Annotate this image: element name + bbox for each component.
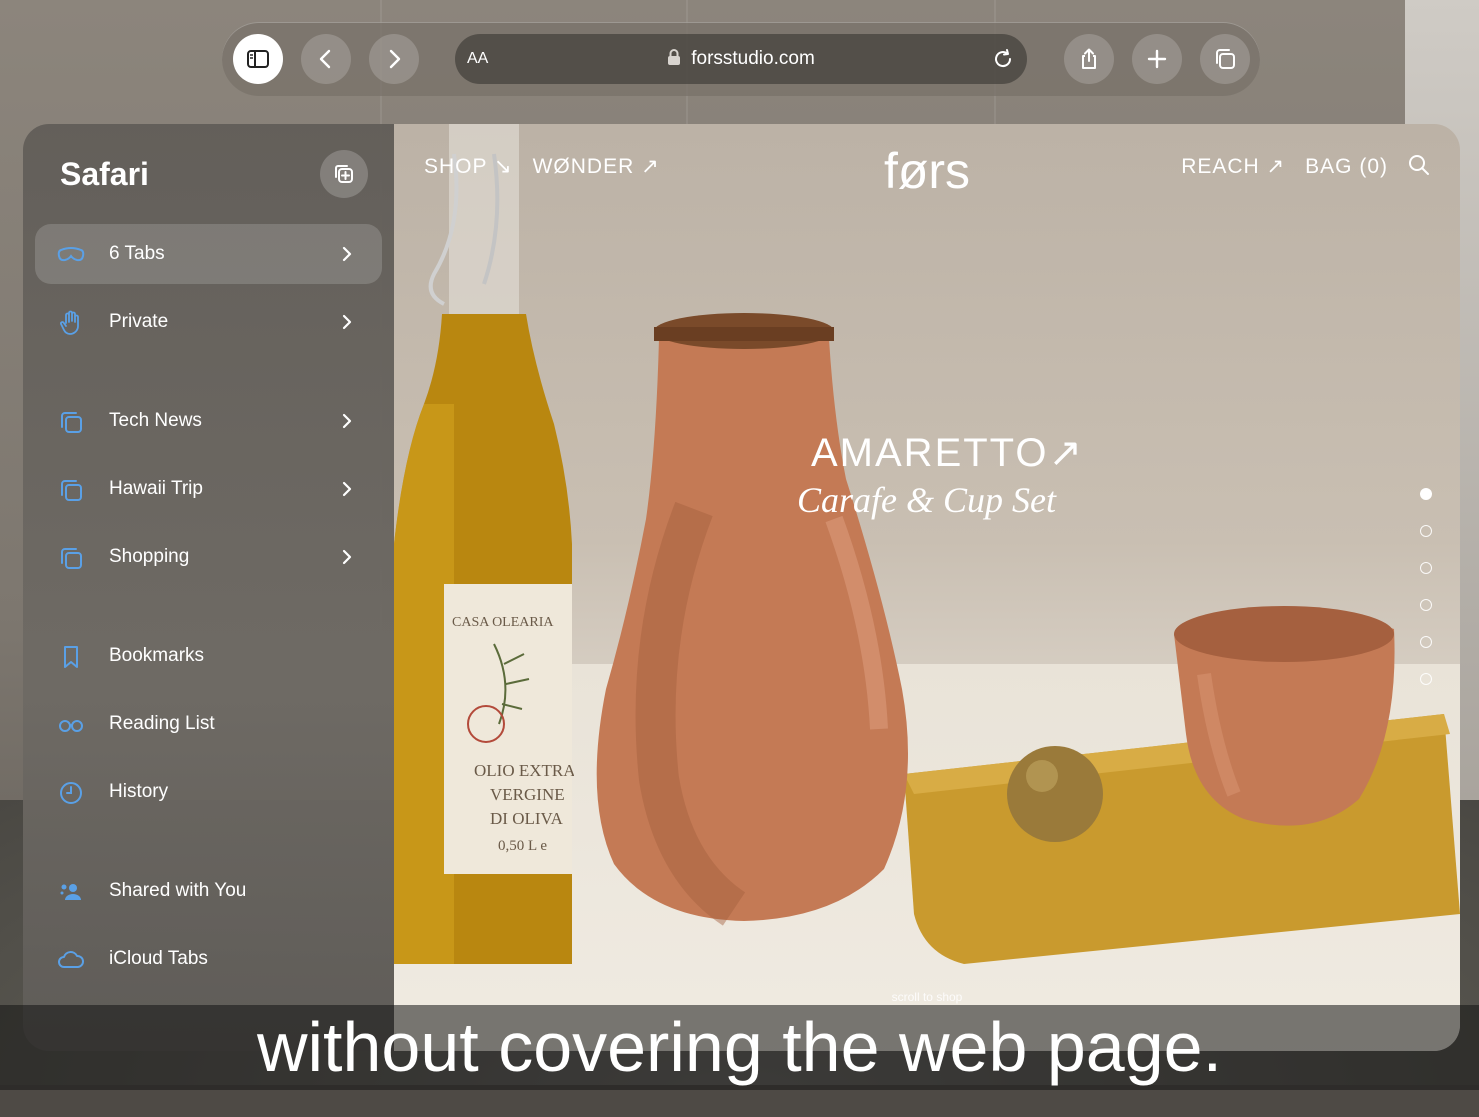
sidebar-item-label: Private xyxy=(109,311,169,332)
slide-indicator xyxy=(1420,488,1434,710)
sidebar-item-label: Tech News xyxy=(109,410,202,431)
hero-subtitle: Carafe & Cup Set xyxy=(797,480,1056,520)
safari-window: Safari 6 Tabs Private Tech News Hawaii T… xyxy=(23,124,1460,1051)
sidebar-item-label: Bookmarks xyxy=(109,645,205,666)
slide-dot[interactable] xyxy=(1420,673,1432,685)
clock-icon xyxy=(60,782,82,804)
nav-link-bag[interactable]: BAG (0) xyxy=(1305,155,1388,178)
plus-icon xyxy=(1147,49,1167,69)
address-bar[interactable]: AA forsstudio.com xyxy=(455,34,1027,84)
search-icon xyxy=(1409,155,1429,175)
new-tab-group-icon xyxy=(335,165,353,183)
site-search-button[interactable] xyxy=(1408,155,1430,178)
caption-text: without covering the web page. xyxy=(256,1008,1223,1086)
sidebar-item-label: Shopping xyxy=(109,546,190,567)
sidebar-title: Safari xyxy=(60,156,149,192)
chevron-right-icon xyxy=(342,246,352,262)
new-tab-button[interactable] xyxy=(1132,34,1182,84)
bottle-label-text: OLIO EXTRA xyxy=(474,761,574,780)
cup-image xyxy=(1174,606,1395,826)
sidebar-item-private[interactable]: Private xyxy=(35,292,382,352)
nav-link-reach[interactable]: REACH ↗ xyxy=(1181,155,1285,178)
bottle-label-text: DI OLIVA xyxy=(490,809,564,828)
chevron-left-icon xyxy=(319,49,331,69)
slide-dot[interactable] xyxy=(1420,599,1432,611)
bottle-label-text: 0,50 L e xyxy=(498,838,547,854)
sidebar-item-bookmarks[interactable]: Bookmarks xyxy=(35,626,382,686)
web-content: CASA OLEARIA OLIO EXTRA VERGINE DI OLIVA… xyxy=(394,124,1460,1051)
sidebar-item-label: iCloud Tabs xyxy=(109,948,208,969)
lock-icon xyxy=(668,49,681,65)
url-text: forsstudio.com xyxy=(691,48,815,69)
sidebar-toggle-button[interactable] xyxy=(233,34,283,84)
bottle-label-text: VERGINE xyxy=(490,785,565,804)
chevron-right-icon xyxy=(389,49,401,69)
share-button[interactable] xyxy=(1064,34,1114,84)
back-button[interactable] xyxy=(301,34,351,84)
tab-group-icon xyxy=(61,548,82,569)
sidebar-icon xyxy=(247,50,269,68)
chevron-right-icon xyxy=(342,481,352,497)
sidebar: Safari 6 Tabs Private Tech News Hawaii T… xyxy=(23,124,394,1051)
share-icon xyxy=(1082,48,1096,69)
chevron-right-icon xyxy=(342,314,352,330)
sidebar-item-history[interactable]: History xyxy=(35,762,382,822)
forward-button[interactable] xyxy=(369,34,419,84)
slide-dot-active[interactable] xyxy=(1420,488,1432,500)
sidebar-item-label: 6 Tabs xyxy=(109,243,165,264)
browser-toolbar: AA forsstudio.com xyxy=(222,22,1260,96)
sidebar-item-label: Shared with You xyxy=(109,880,247,901)
bookmark-icon xyxy=(64,646,78,668)
scroll-hint: scroll to shop xyxy=(891,990,963,1004)
glasses-icon xyxy=(59,720,83,732)
vision-tabs-icon xyxy=(57,247,85,262)
sidebar-item-icloud-tabs[interactable]: iCloud Tabs xyxy=(35,929,382,989)
slide-dot[interactable] xyxy=(1420,636,1432,648)
tab-overview-button[interactable] xyxy=(1200,34,1250,84)
site-nav-right: REACH ↗ BAG (0) xyxy=(1161,154,1430,179)
tab-group-icon xyxy=(61,412,82,433)
carafe-image xyxy=(596,313,908,926)
chevron-right-icon xyxy=(342,413,352,429)
slide-dot[interactable] xyxy=(1420,562,1432,574)
bottle-label-text: CASA OLEARIA xyxy=(452,615,554,630)
slide-dot[interactable] xyxy=(1420,525,1432,537)
shared-people-icon xyxy=(60,884,81,900)
sidebar-item-hawaii-trip[interactable]: Hawaii Trip xyxy=(35,459,382,519)
hand-icon xyxy=(60,310,79,335)
sidebar-item-label: Hawaii Trip xyxy=(109,478,203,499)
tabs-icon xyxy=(1216,49,1235,69)
hero-title[interactable]: AMARETTO↗ xyxy=(811,430,1084,476)
oil-bottle-image: CASA OLEARIA OLIO EXTRA VERGINE DI OLIVA… xyxy=(394,124,574,964)
sidebar-item-tabs[interactable]: 6 Tabs xyxy=(35,224,382,284)
sidebar-item-label: Reading List xyxy=(109,713,215,734)
sidebar-item-label: History xyxy=(109,781,169,802)
sidebar-item-shopping[interactable]: Shopping xyxy=(35,527,382,587)
cloud-icon xyxy=(58,951,84,968)
chevron-right-icon xyxy=(342,549,352,565)
tab-group-icon xyxy=(61,480,82,501)
sidebar-item-tech-news[interactable]: Tech News xyxy=(35,391,382,451)
sidebar-item-shared-with-you[interactable]: Shared with You xyxy=(35,861,382,921)
reload-icon[interactable] xyxy=(991,47,1015,71)
new-tab-group-button[interactable] xyxy=(320,150,368,198)
sidebar-item-reading-list[interactable]: Reading List xyxy=(35,694,382,754)
fruit-image xyxy=(1007,746,1103,842)
